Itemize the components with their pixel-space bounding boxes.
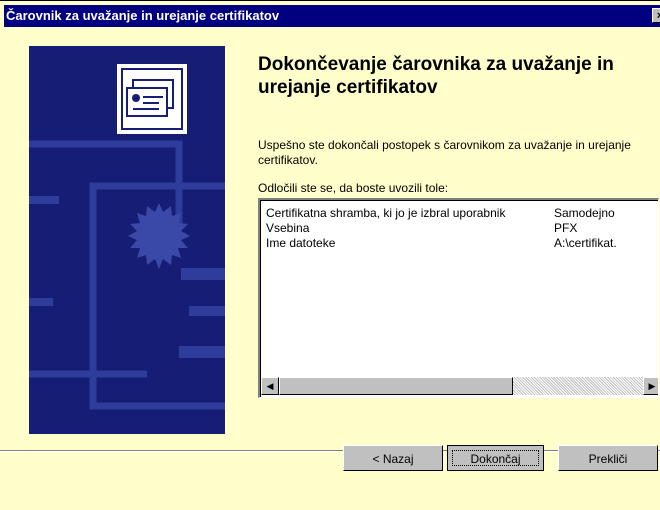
- finish-button[interactable]: Dokončaj: [447, 445, 544, 471]
- title-bar[interactable]: Čarovnik za uvažanje in urejanje certifi…: [4, 5, 660, 27]
- horizontal-scrollbar[interactable]: ◀ ▶: [261, 377, 658, 395]
- scroll-thumb[interactable]: [279, 377, 513, 395]
- close-button[interactable]: ×: [652, 8, 660, 23]
- banner-graphic: [29, 64, 225, 410]
- setting-name: Vsebina: [266, 221, 310, 235]
- arrow-right-icon: ▶: [648, 381, 656, 391]
- page-title: Dokončevanje čarovnika za uvažanje in ur…: [258, 54, 614, 98]
- wizard-window: Čarovnik za uvažanje in urejanje certifi…: [0, 0, 660, 510]
- setting-value: PFX: [554, 221, 578, 235]
- certificate-icon: [117, 64, 187, 134]
- cancel-button[interactable]: Prekliči: [558, 445, 658, 471]
- summary-listbox[interactable]: Certifikatna shramba, ki jo je izbral up…: [258, 198, 659, 398]
- back-button[interactable]: < Nazaj: [343, 445, 443, 471]
- setting-name: Certifikatna shramba, ki jo je izbral up…: [266, 206, 506, 220]
- summary-label: Odločili ste se, da boste uvozili tole:: [258, 181, 449, 195]
- scroll-left-button[interactable]: ◀: [261, 377, 279, 395]
- arrow-left-icon: ◀: [266, 381, 274, 391]
- setting-value: A:\certifikat.: [554, 236, 617, 250]
- completion-description: Uspešno ste dokončali postopek s čarovni…: [258, 138, 631, 167]
- window-title: Čarovnik za uvažanje in urejanje certifi…: [6, 8, 280, 23]
- wizard-banner: [29, 46, 225, 434]
- setting-name: Ime datoteke: [266, 236, 336, 250]
- scroll-right-button[interactable]: ▶: [643, 377, 658, 395]
- setting-value: Samodejno: [554, 206, 615, 220]
- scroll-track[interactable]: [513, 377, 643, 395]
